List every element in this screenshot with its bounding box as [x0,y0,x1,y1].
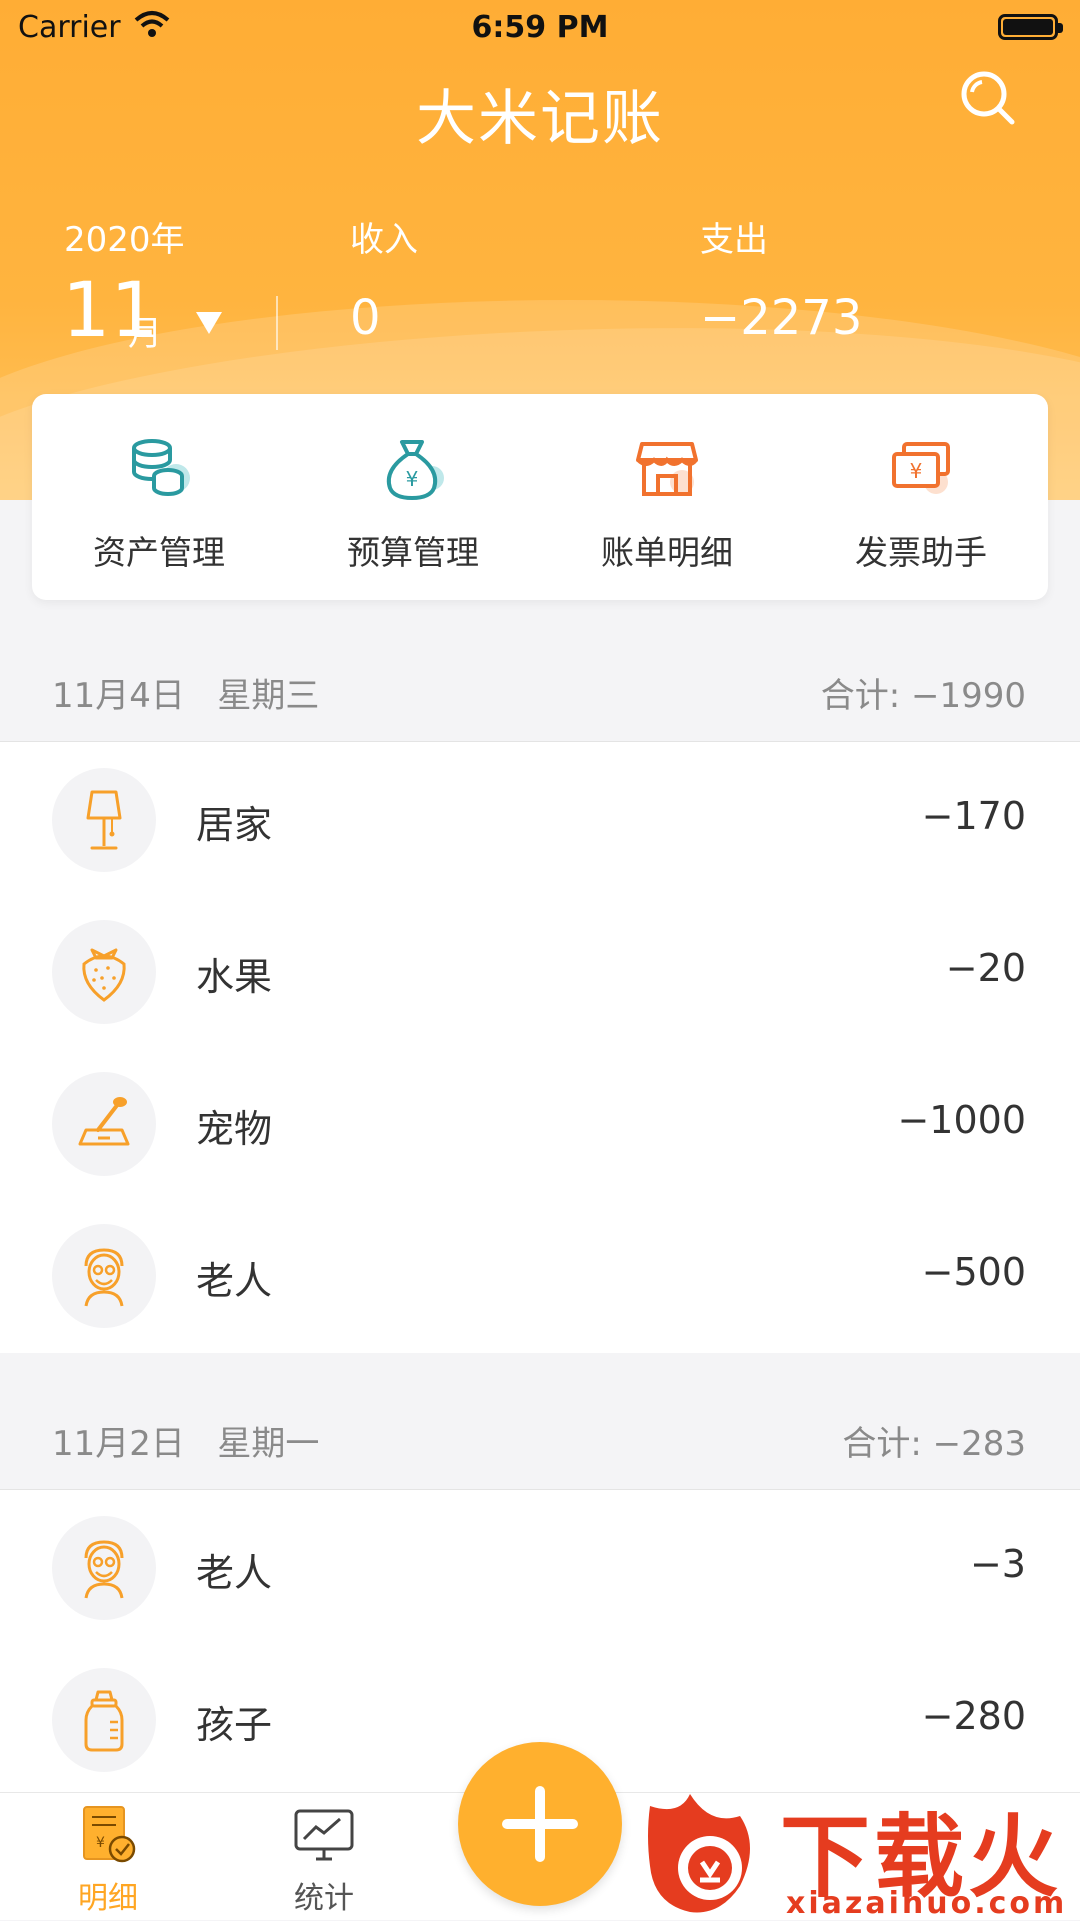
month-suffix: 月 [128,314,162,354]
amount: −3 [969,1542,1026,1586]
add-record-button[interactable] [458,1742,622,1906]
svg-text:¥: ¥ [96,1835,105,1851]
app-title: 大米记账 [416,84,664,154]
expense-value: −2273 [700,290,863,346]
category-name: 居家 [196,803,273,847]
status-bar: Carrier 6:59 PM [0,0,1080,54]
day-total: 合计: −283 [842,1424,1026,1464]
transaction-row[interactable]: 水果 −20 [0,894,1080,1046]
category-avatar [52,1224,156,1328]
day-total: 合计: −1990 [820,676,1026,716]
amount: −280 [921,1694,1026,1738]
shop-icon [636,442,698,496]
quick-action-label: 发票助手 [855,533,987,572]
quick-action-budget[interactable]: ¥ 预算管理 [286,394,540,600]
quick-action-assets[interactable]: 资产管理 [32,394,286,600]
quick-action-label: 账单明细 [601,533,733,572]
invoice-icon: ¥ [892,442,950,494]
tab-label: 明细 [78,1881,138,1916]
elder-icon [84,1248,124,1307]
category-name: 水果 [196,955,273,999]
category-name: 老人 [196,1259,273,1303]
day-header: 11月2日 星期一 合计: −283 [0,1372,1080,1492]
quick-action-label: 资产管理 [93,533,225,572]
day-date: 11月2日 星期一 [52,1424,320,1464]
svg-text:¥: ¥ [910,459,923,483]
category-avatar [52,1516,156,1620]
year-label: 2020年 [64,220,185,260]
day-header: 11月4日 星期三 合计: −1990 [0,624,1080,744]
caret-down-icon[interactable] [196,312,222,334]
amount: −20 [945,946,1026,990]
amount: −500 [921,1250,1026,1294]
tab-label: 统计 [294,1881,354,1916]
pet-brush-icon [78,1097,130,1146]
income-label: 收入 [350,220,418,260]
svg-text:¥: ¥ [406,467,419,491]
category-avatar [52,768,156,872]
clock: 6:59 PM [471,10,609,45]
transaction-row[interactable]: 老人 −3 [0,1490,1080,1642]
quick-action-invoice[interactable]: ¥ 发票助手 [794,394,1048,600]
day-date: 11月4日 星期三 [52,676,320,716]
monitor-chart-icon [294,1809,354,1861]
lamp-icon [86,790,122,850]
category-name: 老人 [196,1551,273,1595]
category-avatar [52,1072,156,1176]
expense-label: 支出 [700,220,768,260]
baby-bottle-icon [84,1690,124,1752]
flame-logo-icon [648,1794,750,1913]
transaction-row[interactable]: 老人 −500 [0,1198,1080,1350]
transaction-list: 居家 −170 水果 −20 宠物 −1000 老人 −500 [0,741,1080,1353]
watermark-url: xiazaihuo.com [786,1886,1068,1921]
category-avatar [52,1668,156,1772]
tab-detail[interactable]: ¥ 明细 [33,1803,183,1917]
money-bag-icon: ¥ [386,440,444,500]
category-name: 孩子 [196,1703,273,1747]
plus-icon [535,1786,545,1862]
category-name: 宠物 [196,1107,273,1151]
search-icon[interactable] [958,68,1018,128]
quick-action-label: 预算管理 [347,533,479,572]
amount: −1000 [897,1098,1026,1142]
watermark: 下载火 xiazaihuo.com [640,1774,1070,1921]
transaction-row[interactable]: 宠物 −1000 [0,1046,1080,1198]
ledger-icon: ¥ [83,1806,136,1863]
quick-action-bills[interactable]: 账单明细 [540,394,794,600]
divider [276,296,278,350]
quick-actions-card: 资产管理 ¥ 预算管理 账单明细 ¥ 发票助手 [32,394,1048,600]
category-avatar [52,920,156,1024]
income-value: 0 [350,290,381,346]
amount: −170 [921,794,1026,838]
strawberry-icon [82,948,126,1002]
transaction-row[interactable]: 居家 −170 [0,742,1080,894]
coins-stack-icon [132,439,190,496]
elder-icon [84,1540,124,1599]
tab-stats[interactable]: 统计 [249,1803,399,1917]
battery-icon [998,14,1063,40]
